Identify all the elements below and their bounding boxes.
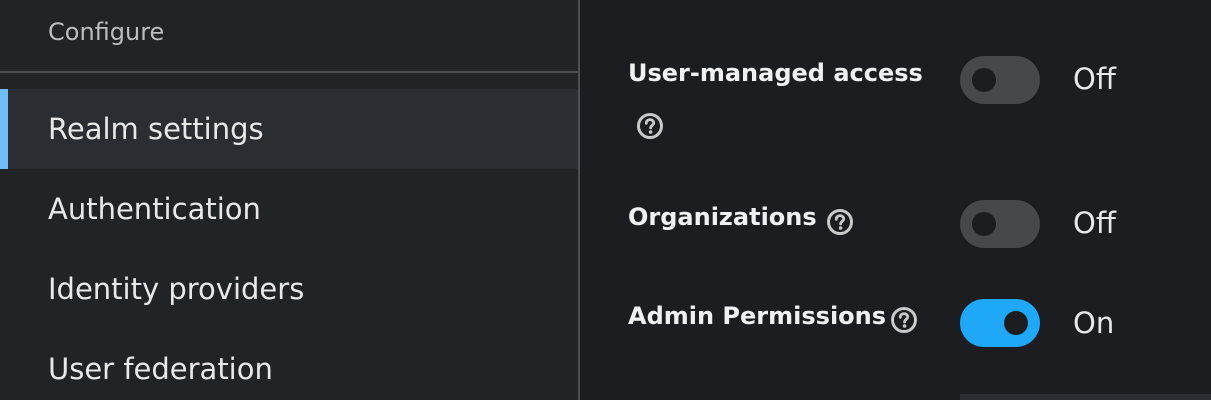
help-icon[interactable]: [890, 306, 918, 334]
user-managed-access-toggle[interactable]: [960, 56, 1040, 104]
help-icon[interactable]: [636, 112, 664, 140]
admin-permissions-toggle[interactable]: [960, 299, 1040, 347]
sidebar-item-user-federation[interactable]: User federation: [0, 329, 578, 400]
field-label-text: Admin Permissions: [628, 302, 887, 330]
organizations-toggle[interactable]: [960, 200, 1040, 248]
nav-divider: [0, 71, 578, 73]
toggle-state-label: Off: [1073, 62, 1116, 96]
help-icon[interactable]: [826, 208, 854, 236]
sidebar-item-authentication[interactable]: Authentication: [0, 169, 578, 249]
field-label-text: User-managed access: [628, 59, 923, 87]
next-field-edge: [960, 394, 1211, 400]
field-label-text: Organizations: [628, 203, 817, 231]
settings-panel: User-managed access Off Organizations Of…: [580, 0, 1211, 400]
toggle-knob: [972, 68, 996, 92]
admin-permissions-label: Admin Permissions: [628, 302, 886, 330]
sidebar-item-identity-providers[interactable]: Identity providers: [0, 249, 578, 329]
nav-group-title: Configure: [48, 18, 165, 46]
sidebar-item-realm-settings[interactable]: Realm settings: [0, 89, 578, 169]
sidebar-item-label: Identity providers: [48, 272, 305, 306]
sidebar-item-label: User federation: [48, 352, 273, 386]
toggle-state-label: On: [1073, 306, 1115, 340]
sidebar-item-label: Authentication: [48, 192, 261, 226]
toggle-knob: [1004, 311, 1028, 335]
toggle-knob: [972, 212, 996, 236]
sidebar: Configure Realm settings Authentication …: [0, 0, 578, 400]
toggle-state-label: Off: [1073, 206, 1116, 240]
app-window: Configure Realm settings Authentication …: [0, 0, 1211, 400]
organizations-label: Organizations: [628, 203, 817, 231]
user-managed-access-label: User-managed access: [628, 59, 923, 87]
sidebar-item-label: Realm settings: [48, 112, 264, 146]
